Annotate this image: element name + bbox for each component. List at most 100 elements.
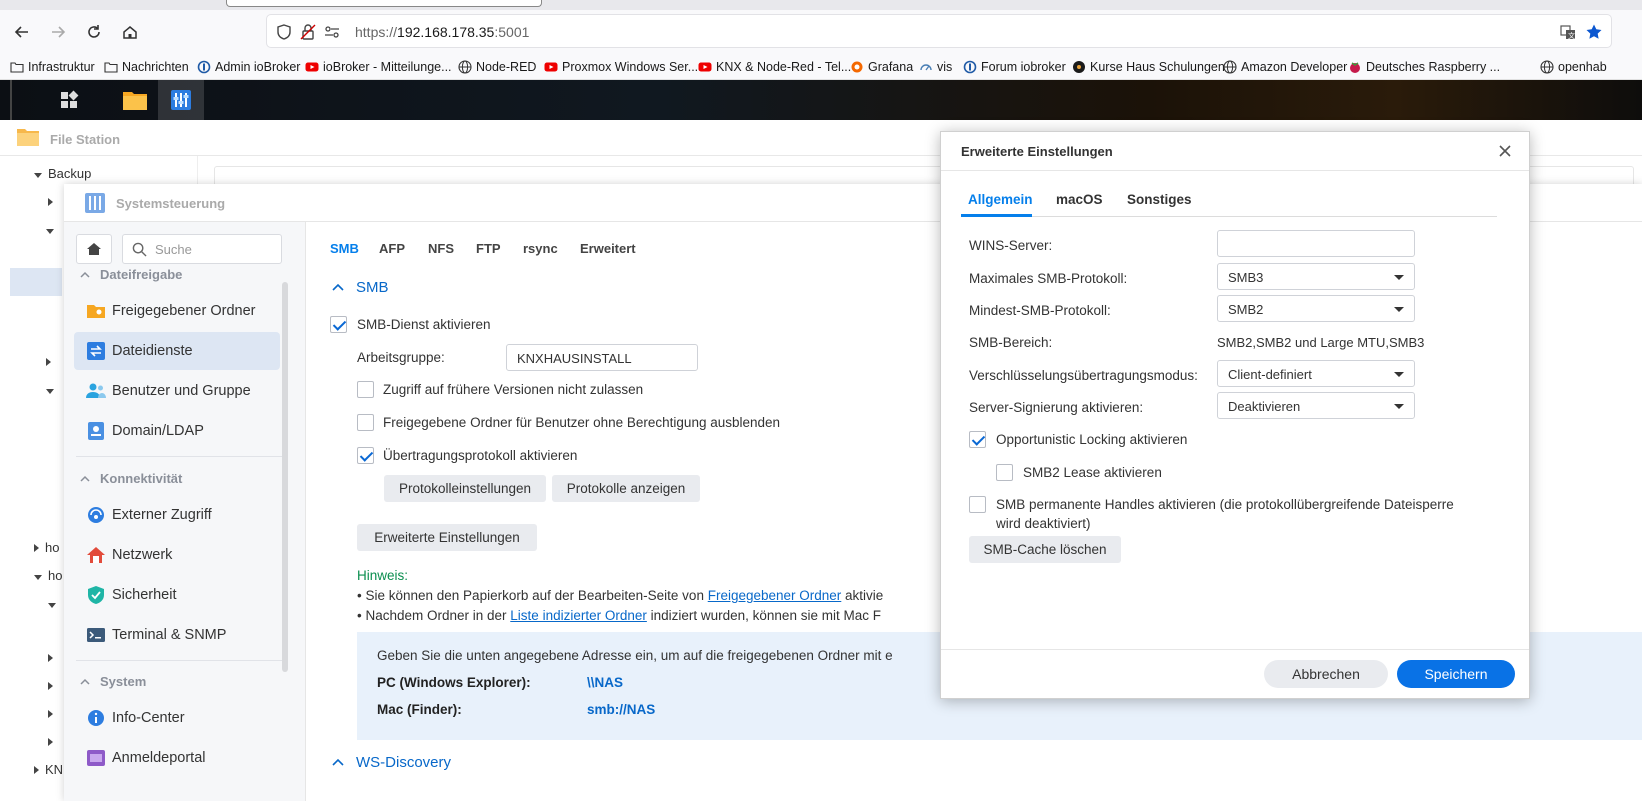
indexed-folders-link[interactable]: Liste indizierter Ordner xyxy=(510,608,647,623)
tree-node[interactable]: KN xyxy=(34,762,63,777)
expand-icon[interactable] xyxy=(48,738,53,746)
sidebar-item-freigegebener-ordner[interactable]: Freigegebener Ordner xyxy=(74,292,280,330)
bookmark-item[interactable]: ioBroker - Mitteilunge... xyxy=(305,58,452,76)
tree-node[interactable] xyxy=(48,650,53,665)
ws-discovery-header[interactable]: WS-Discovery xyxy=(332,754,451,771)
home-icon[interactable] xyxy=(118,20,142,44)
sidebar-search-input[interactable]: Suche xyxy=(122,234,282,264)
bookmark-item[interactable]: Admin ioBroker xyxy=(197,58,300,76)
permissions-icon[interactable] xyxy=(323,23,341,41)
browser-tab[interactable] xyxy=(226,0,542,7)
star-bookmark-icon[interactable] xyxy=(1585,23,1603,41)
hide-folders-checkbox[interactable] xyxy=(357,414,374,431)
shield-icon[interactable] xyxy=(275,23,293,41)
tab-erweitert[interactable]: Erweitert xyxy=(580,241,636,256)
bookmark-item[interactable]: Forum iobroker xyxy=(963,58,1066,76)
bookmark-item[interactable]: openhab xyxy=(1540,58,1607,76)
tree-node[interactable] xyxy=(48,194,53,209)
bookmark-item[interactable]: vis xyxy=(919,58,952,76)
save-button[interactable]: Speichern xyxy=(1397,660,1515,688)
bookmark-item[interactable]: Amazon Developer xyxy=(1223,58,1347,76)
expand-icon[interactable] xyxy=(34,173,42,178)
expand-icon[interactable] xyxy=(48,198,53,206)
sidebar-item-dateidienste[interactable]: Dateidienste xyxy=(74,332,280,370)
bookmark-item[interactable]: Node-RED xyxy=(458,58,536,76)
versions-checkbox[interactable] xyxy=(357,381,374,398)
server-signing-select[interactable]: Deaktivieren xyxy=(1217,392,1415,419)
tree-node[interactable] xyxy=(48,706,53,721)
expand-icon[interactable] xyxy=(34,766,39,774)
sidebar-item-domain-ldap[interactable]: Domain/LDAP xyxy=(74,412,280,450)
tab-ftp[interactable]: FTP xyxy=(476,241,501,256)
tree-selected-row[interactable] xyxy=(10,268,62,296)
bookmark-item[interactable]: KNX & Node-Red - Tel... xyxy=(698,58,851,76)
tree-node[interactable] xyxy=(46,382,54,397)
transfer-log-checkbox[interactable] xyxy=(357,447,374,464)
expand-icon[interactable] xyxy=(48,710,53,718)
tree-node[interactable]: ho xyxy=(34,540,59,555)
bookmark-item[interactable]: Grafana xyxy=(850,58,913,76)
url-bar[interactable]: https://192.168.178.35:5001 文 xyxy=(266,14,1612,48)
expand-icon[interactable] xyxy=(48,682,53,690)
tree-node[interactable]: Backup xyxy=(34,166,91,181)
expand-icon[interactable] xyxy=(46,358,51,366)
smb-enable-checkbox[interactable] xyxy=(330,316,347,333)
max-smb-select[interactable]: SMB3 xyxy=(1217,263,1415,290)
log-settings-button[interactable]: Protokolleinstellungen xyxy=(384,475,546,502)
tab-afp[interactable]: AFP xyxy=(379,241,405,256)
sidebar-item-netzwerk[interactable]: Netzwerk xyxy=(74,536,280,574)
sidebar-item-info-center[interactable]: Info-Center xyxy=(74,699,280,737)
section-dateifreigabe[interactable]: Dateifreigabe xyxy=(80,267,182,282)
file-station-taskbar-icon[interactable] xyxy=(112,80,158,120)
opportunistic-locking-checkbox[interactable] xyxy=(969,431,986,448)
sidebar-item-anmeldeportal[interactable]: Anmeldeportal xyxy=(74,739,280,777)
expand-icon[interactable] xyxy=(48,603,56,608)
section-system[interactable]: System xyxy=(80,674,146,689)
close-icon[interactable] xyxy=(1495,141,1515,161)
expand-icon[interactable] xyxy=(34,544,39,552)
reload-icon[interactable] xyxy=(82,20,106,44)
bookmark-item[interactable]: Proxmox Windows Ser... xyxy=(544,58,698,76)
back-icon[interactable] xyxy=(10,20,34,44)
main-menu-icon[interactable] xyxy=(46,80,92,120)
cancel-button[interactable]: Abbrechen xyxy=(1264,660,1388,688)
wins-server-input[interactable] xyxy=(1217,230,1415,257)
forward-icon[interactable] xyxy=(46,20,70,44)
sidebar-item-terminal-snmp[interactable]: Terminal & SNMP xyxy=(74,616,280,654)
workgroup-input[interactable]: KNXHAUSINSTALL xyxy=(506,344,698,371)
lock-warning-icon[interactable] xyxy=(299,23,317,41)
shared-folder-link[interactable]: Freigegebener Ordner xyxy=(708,588,842,603)
tree-node[interactable] xyxy=(48,596,56,611)
tab-sonstiges[interactable]: Sonstiges xyxy=(1127,192,1192,207)
tab-nfs[interactable]: NFS xyxy=(428,241,454,256)
tree-node[interactable] xyxy=(46,222,54,237)
show-logs-button[interactable]: Protokolle anzeigen xyxy=(552,475,700,502)
sidebar-scrollbar[interactable] xyxy=(282,282,288,672)
bookmark-item[interactable]: Nachrichten xyxy=(104,58,189,76)
tree-node[interactable] xyxy=(46,354,51,369)
tree-node[interactable] xyxy=(48,678,53,693)
control-panel-taskbar-icon[interactable] xyxy=(158,80,204,120)
sidebar-item-benutzer-und-gruppe[interactable]: Benutzer und Gruppe xyxy=(74,372,280,410)
home-button[interactable] xyxy=(76,234,112,264)
smb-section-header[interactable]: SMB xyxy=(332,279,389,296)
min-smb-select[interactable]: SMB2 xyxy=(1217,295,1415,322)
smb2-lease-checkbox[interactable] xyxy=(996,464,1013,481)
encryption-mode-select[interactable]: Client-definiert xyxy=(1217,360,1415,387)
expand-icon[interactable] xyxy=(46,229,54,234)
tab-rsync[interactable]: rsync xyxy=(523,241,558,256)
expand-icon[interactable] xyxy=(34,575,42,580)
translate-icon[interactable]: 文 xyxy=(1559,23,1577,41)
sidebar-item-externer-zugriff[interactable]: Externer Zugriff xyxy=(74,496,280,534)
bookmark-item[interactable]: Deutsches Raspberry ... xyxy=(1348,58,1500,76)
url-text[interactable]: https://192.168.178.35:5001 xyxy=(355,24,529,40)
bookmark-item[interactable]: Infrastruktur xyxy=(10,58,95,76)
expand-icon[interactable] xyxy=(46,389,54,394)
tree-node[interactable]: ho xyxy=(34,568,62,583)
tab-allgemein[interactable]: Allgemein xyxy=(968,192,1033,207)
bookmark-item[interactable]: Kurse Haus Schulungen xyxy=(1072,58,1225,76)
expand-icon[interactable] xyxy=(48,654,53,662)
durable-handles-checkbox[interactable] xyxy=(969,496,986,513)
tab-macos[interactable]: macOS xyxy=(1056,192,1103,207)
clear-smb-cache-button[interactable]: SMB-Cache löschen xyxy=(969,536,1121,563)
